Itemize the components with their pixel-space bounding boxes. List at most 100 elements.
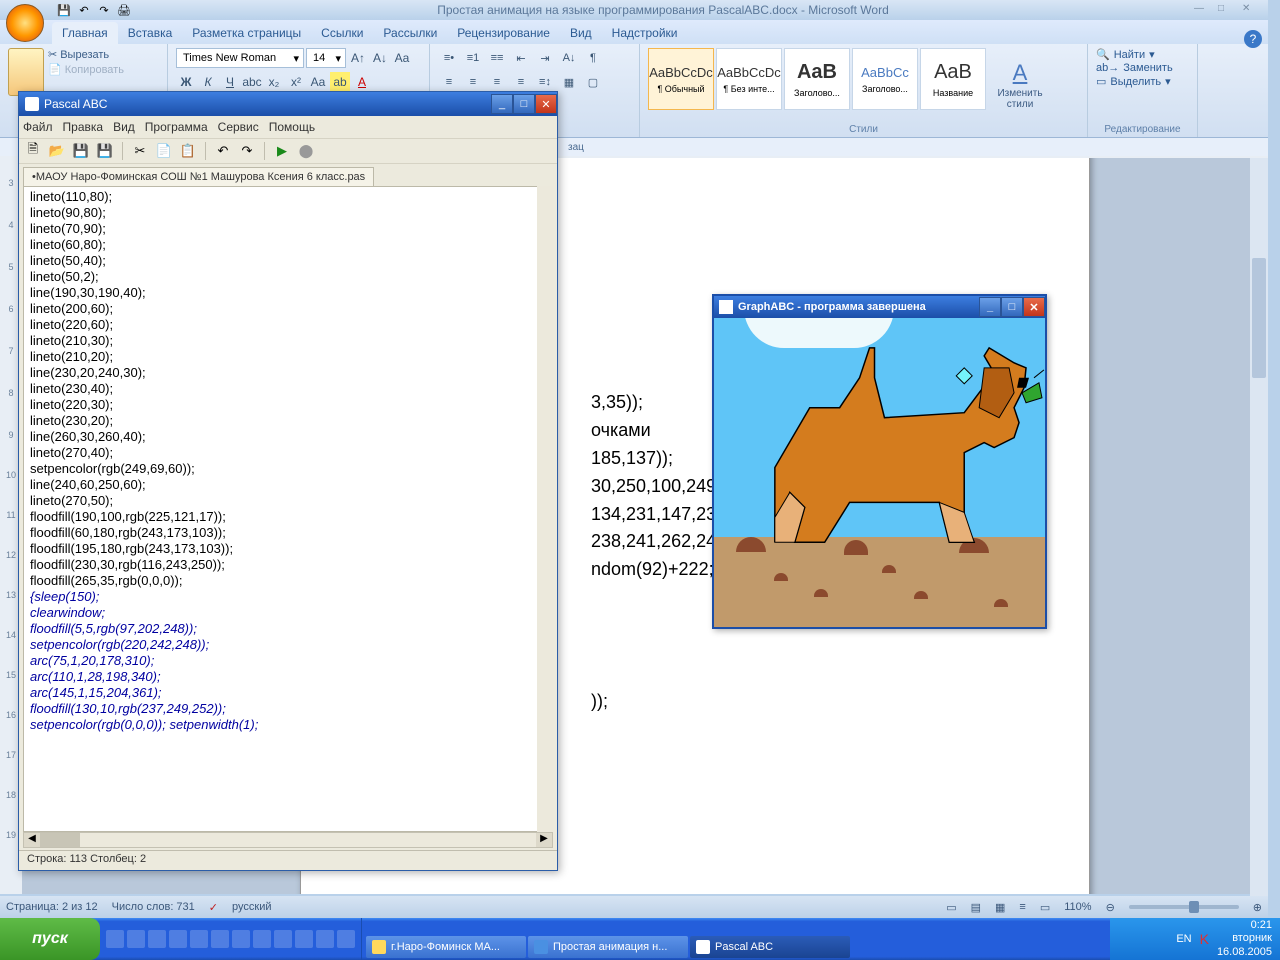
status-words[interactable]: Число слов: 731 (112, 901, 195, 913)
tab-home[interactable]: Главная (52, 22, 118, 44)
bullets-icon[interactable]: ≡• (438, 48, 460, 68)
tb-new-icon[interactable]: 🗎 (23, 141, 43, 161)
save-icon[interactable]: 💾 (56, 2, 72, 18)
change-case-icon[interactable]: Aa (308, 72, 328, 92)
underline-icon[interactable]: Ч (220, 72, 240, 92)
superscript-icon[interactable]: x² (286, 72, 306, 92)
copy-button[interactable]: 📄 Копировать (48, 63, 124, 76)
office-button[interactable] (6, 4, 44, 42)
menu-edit[interactable]: Правка (63, 120, 104, 134)
justify-icon[interactable]: ≡ (510, 72, 532, 92)
pascal-scrollbar-h[interactable]: ◀▶ (23, 832, 553, 848)
tb-run-icon[interactable]: ▶ (272, 141, 292, 161)
grow-font-icon[interactable]: A↑ (348, 48, 368, 68)
ql-icon-4[interactable] (169, 930, 187, 948)
clear-format-icon[interactable]: Aa (392, 48, 412, 68)
font-color-icon[interactable]: A (352, 72, 372, 92)
status-lang[interactable]: русский (232, 901, 271, 913)
ql-icon-11[interactable] (316, 930, 334, 948)
task-explorer[interactable]: г.Наро-Фоминск МА... (366, 936, 526, 958)
ql-icon-8[interactable] (253, 930, 271, 948)
tab-review[interactable]: Рецензирование (447, 22, 560, 44)
tab-references[interactable]: Ссылки (311, 22, 373, 44)
tb-redo-icon[interactable]: ↷ (237, 141, 257, 161)
view-web-icon[interactable]: ▦ (995, 901, 1005, 914)
multilevel-icon[interactable]: ≡≡ (486, 48, 508, 68)
view-outline-icon[interactable]: ≡ (1019, 901, 1025, 913)
numbering-icon[interactable]: ≡1 (462, 48, 484, 68)
paste-icon[interactable] (8, 48, 44, 96)
tab-page-layout[interactable]: Разметка страницы (182, 22, 311, 44)
menu-file[interactable]: Файл (23, 120, 53, 134)
menu-program[interactable]: Программа (145, 120, 208, 134)
view-read-icon[interactable]: ▤ (971, 901, 981, 914)
replace-button[interactable]: ab→ Заменить (1096, 62, 1189, 74)
pascal-maximize-icon[interactable]: □ (513, 94, 535, 114)
pascal-close-icon[interactable]: ✕ (535, 94, 557, 114)
tb-stop-icon[interactable]: ⬤ (296, 141, 316, 161)
menu-help[interactable]: Помощь (269, 120, 315, 134)
ql-desktop-icon[interactable] (106, 930, 124, 948)
tray-kaspersky-icon[interactable]: K (1200, 931, 1209, 947)
tab-addins[interactable]: Надстройки (602, 22, 688, 44)
ql-ie-icon[interactable] (127, 930, 145, 948)
pascal-code-editor[interactable]: lineto(110,80); lineto(90,80); lineto(70… (23, 186, 553, 832)
vertical-scrollbar[interactable] (1250, 158, 1268, 896)
zoom-out-icon[interactable]: ⊖ (1106, 901, 1115, 914)
graph-minimize-icon[interactable]: _ (979, 297, 1001, 317)
styles-gallery[interactable]: AaBbCcDc¶ Обычный AaBbCcDc¶ Без инте... … (648, 48, 986, 122)
task-word[interactable]: Простая анимация н... (528, 936, 688, 958)
tb-open-icon[interactable]: 📂 (47, 141, 67, 161)
change-styles-button[interactable]: A Изменить стили (990, 48, 1050, 122)
cut-button[interactable]: ✂ Вырезать (48, 48, 124, 61)
border-icon[interactable]: ▢ (582, 72, 604, 92)
clock[interactable]: 0:21 вторник 16.08.2005 (1217, 919, 1272, 959)
ql-icon-6[interactable] (211, 930, 229, 948)
show-marks-icon[interactable]: ¶ (582, 48, 604, 68)
ql-icon-10[interactable] (295, 930, 313, 948)
select-button[interactable]: ▭ Выделить ▾ (1096, 75, 1189, 88)
ql-icon-5[interactable] (190, 930, 208, 948)
view-print-icon[interactable]: ▭ (946, 901, 956, 914)
strike-icon[interactable]: abc (242, 72, 262, 92)
minimize-icon[interactable]: — (1194, 3, 1212, 17)
pascal-scrollbar-v[interactable] (537, 186, 553, 832)
pascal-file-tab[interactable]: •МАОУ Наро-Фоминская СОШ №1 Машурова Ксе… (23, 167, 374, 186)
status-spell-icon[interactable]: ✓ (209, 901, 218, 914)
redo-icon[interactable]: ↷ (96, 2, 112, 18)
view-draft-icon[interactable]: ▭ (1040, 901, 1050, 914)
menu-service[interactable]: Сервис (218, 120, 259, 134)
graphabc-titlebar[interactable]: GraphABC - программа завершена _ □ ✕ (714, 296, 1045, 318)
font-name-combo[interactable]: Times New Roman▾ (176, 48, 304, 68)
tab-view[interactable]: Вид (560, 22, 602, 44)
pascal-titlebar[interactable]: Pascal ABC _ □ ✕ (19, 92, 557, 116)
ql-icon-9[interactable] (274, 930, 292, 948)
help-icon[interactable]: ? (1244, 30, 1262, 48)
align-center-icon[interactable]: ≡ (462, 72, 484, 92)
find-button[interactable]: 🔍 Найти ▾ (1096, 48, 1189, 61)
align-right-icon[interactable]: ≡ (486, 72, 508, 92)
italic-icon[interactable]: К (198, 72, 218, 92)
style-title[interactable]: AaBНазвание (920, 48, 986, 110)
tb-copy-icon[interactable]: 📄 (154, 141, 174, 161)
graph-close-icon[interactable]: ✕ (1023, 297, 1045, 317)
align-left-icon[interactable]: ≡ (438, 72, 460, 92)
pascal-minimize-icon[interactable]: _ (491, 94, 513, 114)
shading-icon[interactable]: ▦ (558, 72, 580, 92)
style-heading2[interactable]: AaBbCcЗаголово... (852, 48, 918, 110)
outdent-icon[interactable]: ⇤ (510, 48, 532, 68)
tb-undo-icon[interactable]: ↶ (213, 141, 233, 161)
line-spacing-icon[interactable]: ≡↕ (534, 72, 556, 92)
tb-cut-icon[interactable]: ✂ (130, 141, 150, 161)
shrink-font-icon[interactable]: A↓ (370, 48, 390, 68)
tab-insert[interactable]: Вставка (118, 22, 183, 44)
subscript-icon[interactable]: x₂ (264, 72, 284, 92)
style-no-spacing[interactable]: AaBbCcDc¶ Без инте... (716, 48, 782, 110)
start-button[interactable]: пуск (0, 918, 100, 960)
highlight-icon[interactable]: ab (330, 72, 350, 92)
tab-mailings[interactable]: Рассылки (373, 22, 447, 44)
style-heading1[interactable]: AaBЗаголово... (784, 48, 850, 110)
bold-icon[interactable]: Ж (176, 72, 196, 92)
tb-paste-icon[interactable]: 📋 (178, 141, 198, 161)
status-page[interactable]: Страница: 2 из 12 (6, 901, 98, 913)
